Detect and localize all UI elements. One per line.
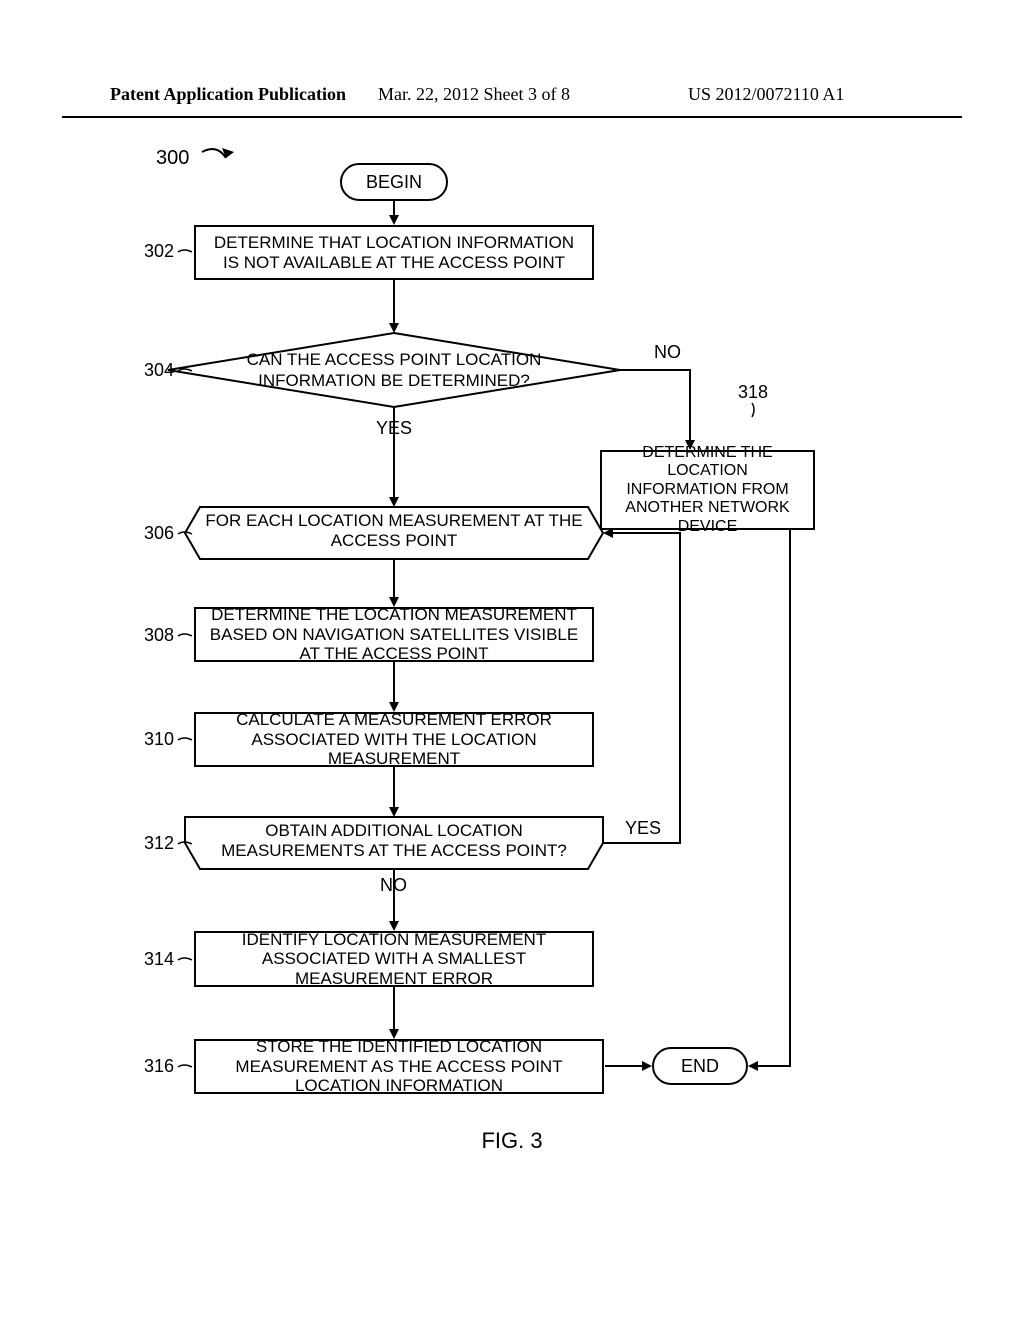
figure-label: FIG. 3 xyxy=(0,1128,1024,1154)
begin-terminator: BEGIN xyxy=(340,163,448,201)
svg-text:CAN THE ACCESS POINT LOCATION: CAN THE ACCESS POINT LOCATION xyxy=(247,350,542,369)
end-terminator: END xyxy=(652,1047,748,1085)
step-312-text: OBTAIN ADDITIONAL LOCATION MEASUREMENTS … xyxy=(200,821,588,860)
page: Patent Application Publication Mar. 22, … xyxy=(0,0,1024,1320)
end-label: END xyxy=(681,1056,719,1077)
step-316-number: 316 xyxy=(144,1056,174,1077)
header-right: US 2012/0072110 A1 xyxy=(688,84,844,105)
step-318-number: 318 xyxy=(738,382,768,403)
step-308-text: DETERMINE THE LOCATION MEASUREMENT BASED… xyxy=(206,605,582,664)
step-310-text: CALCULATE A MEASUREMENT ERROR ASSOCIATED… xyxy=(206,710,582,769)
branch-yes-304: YES xyxy=(376,418,412,439)
step-308-box: DETERMINE THE LOCATION MEASUREMENT BASED… xyxy=(194,607,594,662)
step-308-number: 308 xyxy=(144,625,174,646)
step-302-text: DETERMINE THAT LOCATION INFORMATION IS N… xyxy=(206,233,582,272)
step-316-text: STORE THE IDENTIFIED LOCATION MEASUREMEN… xyxy=(206,1037,592,1096)
step-302-number: 302 xyxy=(144,241,174,262)
step-318-text: DETERMINE THE LOCATION INFORMATION FROM … xyxy=(612,444,803,536)
step-316-box: STORE THE IDENTIFIED LOCATION MEASUREMEN… xyxy=(194,1039,604,1094)
step-318-box: DETERMINE THE LOCATION INFORMATION FROM … xyxy=(600,450,815,530)
step-310-number: 310 xyxy=(144,729,174,750)
branch-no-304: NO xyxy=(654,342,681,363)
step-302-box: DETERMINE THAT LOCATION INFORMATION IS N… xyxy=(194,225,594,280)
step-314-text: IDENTIFY LOCATION MEASUREMENT ASSOCIATED… xyxy=(206,930,582,989)
flowchart-reference-number: 300 xyxy=(156,147,189,170)
step-306-text: FOR EACH LOCATION MEASUREMENT AT THE ACC… xyxy=(200,511,588,550)
step-306-number: 306 xyxy=(144,523,174,544)
header-center: Mar. 22, 2012 Sheet 3 of 8 xyxy=(378,84,570,105)
page-header: Patent Application Publication Mar. 22, … xyxy=(0,84,1024,114)
step-304-number: 304 xyxy=(144,360,174,381)
branch-yes-312: YES xyxy=(625,818,661,839)
step-314-box: IDENTIFY LOCATION MEASUREMENT ASSOCIATED… xyxy=(194,931,594,987)
step-314-number: 314 xyxy=(144,949,174,970)
step-310-box: CALCULATE A MEASUREMENT ERROR ASSOCIATED… xyxy=(194,712,594,767)
branch-no-312: NO xyxy=(380,875,407,896)
step-312-number: 312 xyxy=(144,833,174,854)
header-left: Patent Application Publication xyxy=(110,84,346,105)
svg-text:INFORMATION BE DETERMINED?: INFORMATION BE DETERMINED? xyxy=(258,371,530,390)
begin-label: BEGIN xyxy=(366,172,422,193)
header-rule xyxy=(62,116,962,118)
